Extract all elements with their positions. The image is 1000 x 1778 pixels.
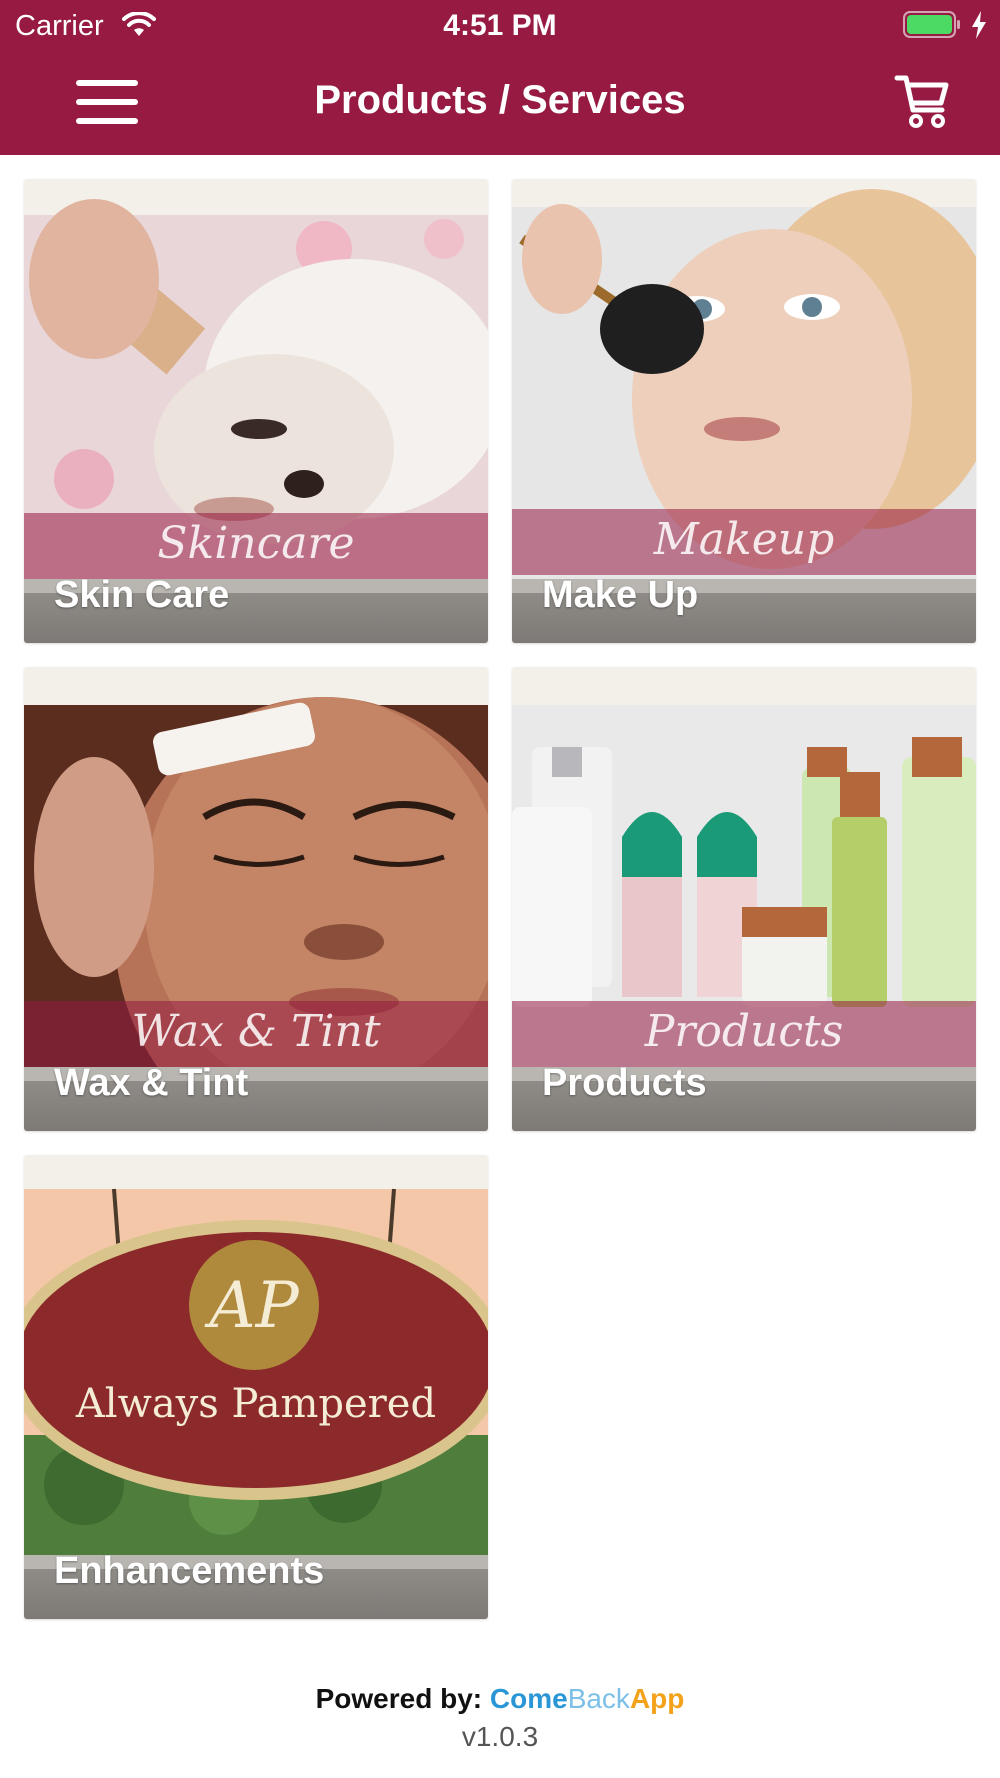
tile-label-wax-and-tint: Wax & Tint <box>54 1062 249 1104</box>
category-tile-enhancements[interactable]: AP Always Pampered Enhancements <box>24 1155 488 1619</box>
powered-by-label: Powered by: <box>315 1683 483 1714</box>
battery-icon <box>903 11 960 38</box>
tile-label-products: Products <box>542 1062 707 1104</box>
app-header: Carrier 4:51 PM Products / Services <box>0 0 1000 155</box>
category-tile-wax-and-tint[interactable]: Wax & Tint Wax & Tint <box>24 667 488 1131</box>
charging-bolt-icon <box>972 11 986 39</box>
category-tile-skin-care[interactable]: Skincare Skin Care <box>24 179 488 643</box>
page-title: Products / Services <box>314 78 686 122</box>
skin-care-banner-text: Skincare <box>24 513 488 579</box>
sign-text: Always Pampered <box>75 1381 436 1427</box>
tile-label-enhancements: Enhancements <box>54 1550 325 1592</box>
comebackapp-logo[interactable]: ComeBackApp <box>490 1683 684 1714</box>
category-tile-products[interactable]: Products Products <box>512 667 976 1131</box>
nav-bar: Products / Services <box>0 50 1000 155</box>
products-banner-text: Products <box>512 1001 976 1067</box>
brand-come-text: Come <box>489 1683 568 1714</box>
make-up-banner-text: Makeup <box>512 509 976 575</box>
powered-by: Powered by: ComeBackApp <box>0 1683 1000 1715</box>
tile-label-skin-care: Skin Care <box>54 574 230 616</box>
app-version: v1.0.3 <box>461 1721 539 1752</box>
category-tile-make-up[interactable]: Makeup Make Up <box>512 179 976 643</box>
footer: Powered by: ComeBackApp v1.0.3 <box>0 1683 1000 1753</box>
status-time: 4:51 PM <box>443 9 557 42</box>
sign-monogram: AP <box>204 1269 299 1343</box>
brand-back-text: Back <box>567 1683 630 1714</box>
wax-and-tint-banner-text: Wax & Tint <box>24 1001 488 1067</box>
tile-label-make-up: Make Up <box>542 574 699 616</box>
brand-app-text: App <box>629 1683 685 1714</box>
status-bar: Carrier 4:51 PM <box>0 0 1000 50</box>
shopping-cart-icon[interactable] <box>894 72 952 130</box>
